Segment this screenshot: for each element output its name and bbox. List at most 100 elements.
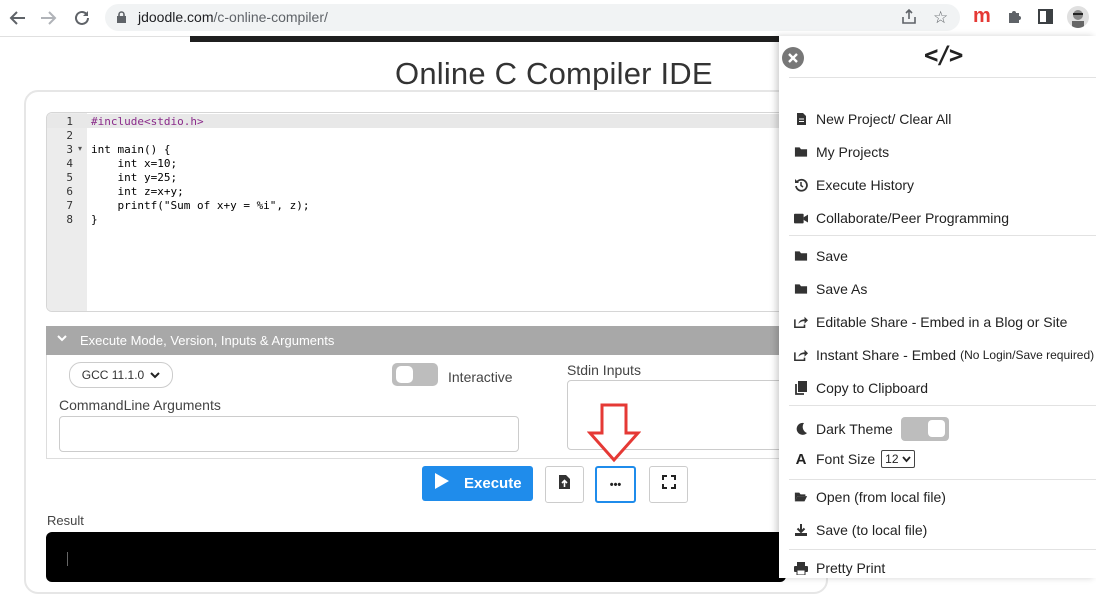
profile-avatar[interactable] bbox=[1067, 6, 1089, 28]
menu-item-label: Instant Share - Embed bbox=[816, 347, 957, 363]
code-line: printf("Sum of x+y = %i", z); bbox=[91, 199, 310, 212]
divider bbox=[789, 235, 1096, 236]
code-line: int main() { bbox=[91, 143, 171, 156]
interactive-toggle[interactable] bbox=[392, 363, 438, 386]
close-icon[interactable] bbox=[782, 47, 804, 69]
chevron-down-icon bbox=[56, 332, 68, 347]
result-label: Result bbox=[47, 513, 84, 528]
page-title: Online C Compiler IDE bbox=[395, 56, 713, 91]
cmdline-label: CommandLine Arguments bbox=[59, 397, 221, 413]
expand-icon bbox=[661, 475, 676, 494]
file-icon bbox=[794, 112, 808, 126]
chevron-down-icon bbox=[150, 368, 160, 382]
options-sidebar: </> New Project/ Clear All My Projects E… bbox=[779, 36, 1096, 578]
menu-item-save-as[interactable]: Save As bbox=[794, 281, 867, 297]
menu-item-label: Copy to Clipboard bbox=[816, 380, 929, 396]
upload-file-button[interactable] bbox=[545, 466, 584, 503]
menu-item-label: Save As bbox=[816, 281, 868, 297]
top-banner bbox=[190, 36, 780, 42]
menu-item-label: Collaborate/Peer Programming bbox=[816, 210, 1009, 226]
divider bbox=[789, 405, 1096, 406]
line-number: 2 bbox=[66, 129, 73, 142]
menu-item-label: Execute History bbox=[816, 177, 915, 193]
menu-item-open-local[interactable]: Open (from local file) bbox=[794, 489, 946, 505]
reload-icon[interactable] bbox=[70, 6, 94, 30]
fold-arrow-icon[interactable]: ▾ bbox=[78, 144, 82, 153]
folder-open-icon bbox=[794, 491, 808, 503]
font-size-select[interactable]: 12 bbox=[881, 450, 915, 468]
line-number: 1 bbox=[66, 115, 73, 128]
execute-label: Execute bbox=[464, 475, 522, 492]
folder-icon bbox=[794, 283, 808, 295]
menu-item-label: My Projects bbox=[816, 144, 890, 160]
version-select[interactable]: GCC 11.1.0 bbox=[69, 362, 173, 388]
moon-icon bbox=[794, 422, 808, 436]
print-icon bbox=[794, 561, 808, 575]
download-icon bbox=[794, 523, 808, 537]
execute-mode-header[interactable]: Execute Mode, Version, Inputs & Argument… bbox=[46, 326, 806, 355]
menu-item-my-projects[interactable]: My Projects bbox=[794, 144, 889, 160]
menu-item-label: New Project/ Clear All bbox=[816, 111, 952, 127]
font-size-value: 12 bbox=[885, 452, 899, 466]
code-line: int x=10; bbox=[91, 157, 178, 170]
jdoodle-logo: </> bbox=[924, 41, 963, 69]
stdin-label: Stdin Inputs bbox=[567, 362, 641, 378]
menu-item-label: Open (from local file) bbox=[816, 489, 946, 505]
video-icon bbox=[794, 213, 808, 224]
url-text: jdoodle.com/c-online-compiler/ bbox=[138, 9, 328, 25]
code-line: int z=x+y; bbox=[91, 185, 184, 198]
menu-item-collaborate[interactable]: Collaborate/Peer Programming bbox=[794, 210, 1009, 226]
folder-icon bbox=[794, 250, 808, 262]
bookmark-star-icon[interactable]: ☆ bbox=[933, 8, 948, 28]
menu-item-dark-theme: Dark Theme bbox=[794, 417, 949, 441]
menu-item-label: Save (to local file) bbox=[816, 522, 928, 538]
line-number: 8 bbox=[66, 213, 73, 226]
menu-item-label: Editable Share - Embed in a Blog or Site bbox=[816, 314, 1068, 330]
menu-item-note: (No Login/Save required) bbox=[960, 348, 1095, 362]
menu-item-new-project[interactable]: New Project/ Clear All bbox=[794, 111, 951, 127]
result-output[interactable] bbox=[46, 532, 786, 582]
cmdline-input[interactable] bbox=[59, 416, 519, 452]
menu-item-label: Dark Theme bbox=[816, 421, 893, 437]
side-panel-icon[interactable] bbox=[1038, 9, 1053, 29]
code-editor[interactable]: 1 2 3 ▾ 4 5 6 7 8 #include<stdio.h> int … bbox=[46, 112, 808, 312]
cursor bbox=[67, 552, 68, 566]
history-icon bbox=[794, 178, 808, 192]
line-number: 6 bbox=[66, 185, 73, 198]
code-line: int y=25; bbox=[91, 171, 178, 184]
menu-item-execute-history[interactable]: Execute History bbox=[794, 177, 914, 193]
fullscreen-button[interactable] bbox=[649, 466, 688, 503]
version-value: GCC 11.1.0 bbox=[81, 368, 145, 382]
dark-theme-toggle[interactable] bbox=[900, 417, 949, 441]
divider bbox=[789, 479, 1096, 480]
menu-item-instant-share[interactable]: Instant Share - Embed (No Login/Save req… bbox=[794, 347, 1094, 363]
line-number: 5 bbox=[66, 171, 73, 184]
back-icon[interactable] bbox=[6, 6, 30, 30]
play-icon bbox=[434, 472, 450, 495]
share-icon bbox=[794, 348, 808, 362]
menu-item-label: Pretty Print bbox=[816, 560, 886, 576]
forward-icon[interactable] bbox=[36, 6, 60, 30]
folder-icon bbox=[794, 146, 808, 158]
arrow-down-icon bbox=[586, 403, 642, 468]
execute-mode-title: Execute Mode, Version, Inputs & Argument… bbox=[80, 333, 335, 348]
extensions-puzzle-icon[interactable] bbox=[1006, 8, 1023, 30]
code-line: #include<stdio.h> bbox=[91, 115, 204, 128]
code-line: } bbox=[91, 213, 98, 226]
divider bbox=[789, 549, 1096, 550]
lock-icon bbox=[116, 11, 127, 29]
menu-item-save-local[interactable]: Save (to local file) bbox=[794, 522, 927, 538]
menu-item-pretty-print[interactable]: Pretty Print bbox=[794, 560, 885, 576]
share-icon bbox=[794, 315, 808, 329]
extension-m-icon[interactable]: m bbox=[973, 5, 991, 28]
divider bbox=[789, 77, 1096, 78]
interactive-label: Interactive bbox=[448, 369, 513, 385]
execute-button[interactable]: Execute bbox=[422, 466, 533, 501]
menu-item-copy-clipboard[interactable]: Copy to Clipboard bbox=[794, 380, 928, 396]
copy-icon bbox=[794, 381, 808, 395]
menu-item-label: Font Size bbox=[816, 451, 876, 467]
menu-item-save[interactable]: Save bbox=[794, 248, 848, 264]
menu-item-editable-share[interactable]: Editable Share - Embed in a Blog or Site bbox=[794, 314, 1067, 330]
share-page-icon[interactable] bbox=[901, 8, 918, 30]
more-options-button[interactable]: ••• bbox=[595, 466, 636, 503]
